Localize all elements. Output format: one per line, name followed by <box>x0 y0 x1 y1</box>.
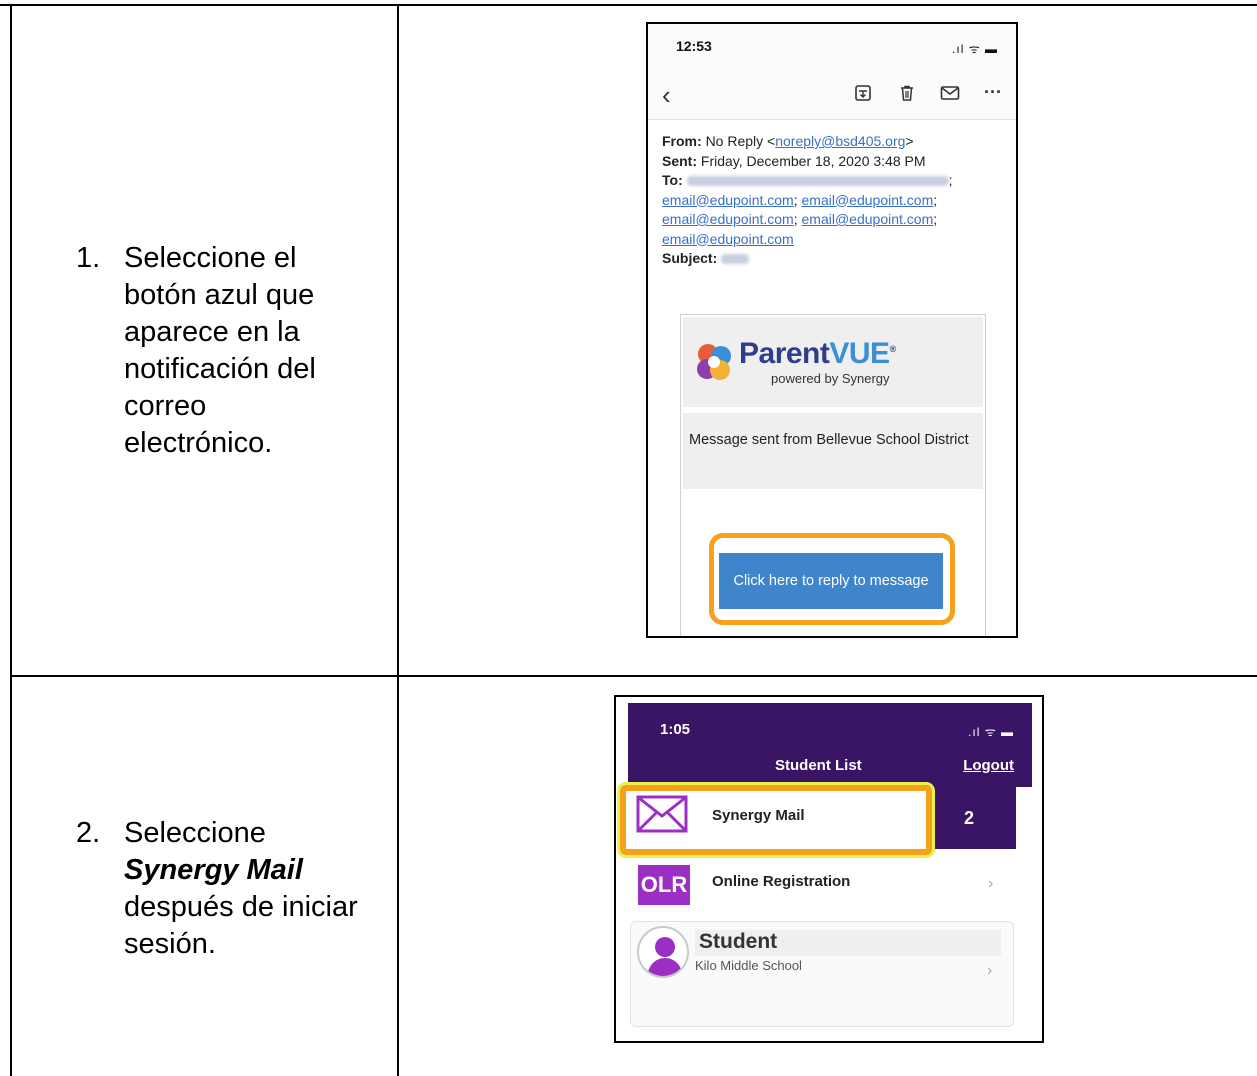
sender-email-link[interactable]: noreply@bsd405.org <box>775 133 905 149</box>
step-2-number: 2. <box>76 817 101 849</box>
trash-icon[interactable] <box>898 84 916 107</box>
online-registration-icon: OLR <box>638 865 690 905</box>
archive-icon[interactable] <box>854 84 872 107</box>
table-border-top <box>0 4 1257 6</box>
email-headers: From: No Reply <noreply@bsd405.org> Sent… <box>662 132 1002 269</box>
unread-count-badge: 2 <box>932 787 1016 849</box>
signal-wifi-battery-icon: .ıl ᯤ ▬ <box>968 725 1014 739</box>
student-name: Student <box>699 930 778 953</box>
mail-toolbar: ‹ ··· <box>648 74 1016 120</box>
table-border-left <box>10 4 12 1076</box>
recipient-email-link[interactable]: email@edupoint.com <box>662 231 794 247</box>
status-time: 1:05 <box>660 721 691 738</box>
status-bar: 12:53 .ıl ᯤ ▬ <box>648 24 1016 74</box>
notification-card: ParentVUE® powered by Synergy Message se… <box>680 314 986 636</box>
parentvue-logo-icon <box>697 344 731 380</box>
recipient-list: email@edupoint.com; email@edupoint.com; … <box>662 191 938 247</box>
school-name: Kilo Middle School <box>695 958 802 973</box>
recipient-email-link[interactable]: email@edupoint.com <box>802 211 934 227</box>
redacted-recipient <box>686 176 949 187</box>
brand-tagline: powered by Synergy <box>771 371 890 386</box>
subject-line: Subject: <box>662 249 1002 269</box>
highlight-frame <box>620 785 932 855</box>
recipient-email-link[interactable]: email@edupoint.com <box>802 192 934 208</box>
step-2-text: Seleccione Synergy Mail después de inici… <box>124 817 358 960</box>
table-row-divider <box>10 675 1257 677</box>
brand-name: ParentVUE® <box>739 337 896 370</box>
app-header: 1:05 .ıl ᯤ ▬ Student List Logout <box>628 703 1032 787</box>
step-1-number: 1. <box>76 242 101 274</box>
mail-icon[interactable] <box>940 84 960 107</box>
to-line: To: ; <box>662 172 953 188</box>
step-1-text: Seleccione el botón azul que aparece en … <box>124 242 316 459</box>
from-line: From: No Reply <noreply@bsd405.org> <box>662 133 914 149</box>
back-chevron-icon[interactable]: ‹ <box>662 80 671 111</box>
online-registration-label[interactable]: Online Registration <box>712 873 850 890</box>
step-2-instruction: 2. Seleccione Synergy Mail después de in… <box>76 815 386 975</box>
status-time: 12:53 <box>676 38 712 54</box>
student-card[interactable]: Student Kilo Middle School › <box>630 921 1014 1027</box>
more-options-icon[interactable]: ··· <box>984 82 1002 103</box>
chevron-right-icon: › <box>987 962 993 979</box>
email-screenshot: 12:53 .ıl ᯤ ▬ ‹ ··· From: No Reply <nore… <box>646 22 1018 638</box>
table-column-divider <box>397 4 399 1076</box>
synergy-mail-emphasis: Synergy Mail <box>124 854 303 886</box>
student-list-screenshot: 1:05 .ıl ᯤ ▬ Student List Logout 2 Syner… <box>614 695 1044 1043</box>
page-title: Student List <box>775 757 862 774</box>
recipient-email-link[interactable]: email@edupoint.com <box>662 211 794 227</box>
recipient-email-link[interactable]: email@edupoint.com <box>662 192 794 208</box>
message-text: Message sent from Bellevue School Distri… <box>683 413 983 489</box>
redacted-subject <box>721 254 750 265</box>
step-1-instruction: 1. Seleccione el botón azul que aparece … <box>76 240 376 470</box>
parentvue-logo-panel: ParentVUE® powered by Synergy <box>683 317 983 407</box>
avatar <box>637 926 689 978</box>
signal-wifi-battery-icon: .ıl ᯤ ▬ <box>952 42 998 56</box>
reply-to-message-button[interactable]: Click here to reply to message <box>719 553 943 609</box>
chevron-right-icon: › <box>988 875 994 892</box>
sent-line: Sent: Friday, December 18, 2020 3:48 PM <box>662 152 926 169</box>
logout-link[interactable]: Logout <box>963 757 1014 774</box>
